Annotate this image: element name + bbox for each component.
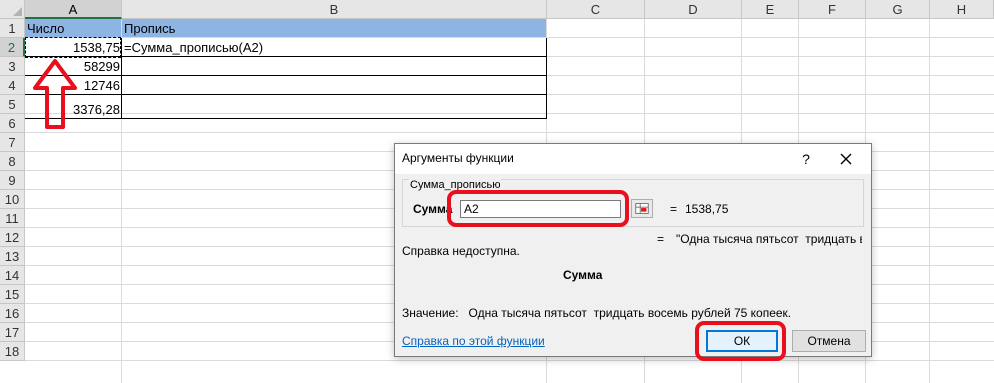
cell-a2-marquee <box>25 37 121 58</box>
argument-input[interactable] <box>460 200 621 218</box>
ok-button[interactable]: ОК <box>706 330 778 352</box>
function-help-link[interactable]: Справка по этой функции <box>402 334 545 348</box>
function-name-label: Сумма_прописью <box>409 179 502 191</box>
result-preview: "Одна тысяча пятьсот тридцать во <box>676 232 862 246</box>
help-unavailable-text: Справка недоступна. <box>402 244 520 258</box>
argument-description-title: Сумма <box>563 268 603 282</box>
range-collapse-icon[interactable] <box>631 199 653 218</box>
cell-a1-header[interactable]: Число <box>25 19 122 38</box>
dialog-title: Аргументы функции <box>402 151 514 165</box>
function-arguments-dialog: Аргументы функции ? Сумма_прописью Сумма… <box>394 143 872 357</box>
result-equals: = <box>657 232 665 246</box>
cell-b1-header[interactable]: Пропись <box>122 19 547 38</box>
dialog-titlebar[interactable]: Аргументы функции ? <box>395 144 871 174</box>
value-line: Значение: Одна тысяча пятьсот тридцать в… <box>402 306 792 320</box>
cell-b2-formula[interactable]: =Сумма_прописью(A2) <box>122 38 547 57</box>
help-question-button[interactable]: ? <box>795 148 817 170</box>
argument-label: Сумма <box>413 202 453 216</box>
close-icon[interactable] <box>835 148 857 170</box>
cancel-button[interactable]: Отмена <box>792 330 866 352</box>
argument-value: 1538,75 <box>685 202 729 216</box>
argument-equals: = <box>670 202 678 216</box>
arguments-group: Сумма_прописью Сумма = 1538,75 <box>402 179 864 227</box>
red-up-arrow-icon <box>33 59 77 129</box>
